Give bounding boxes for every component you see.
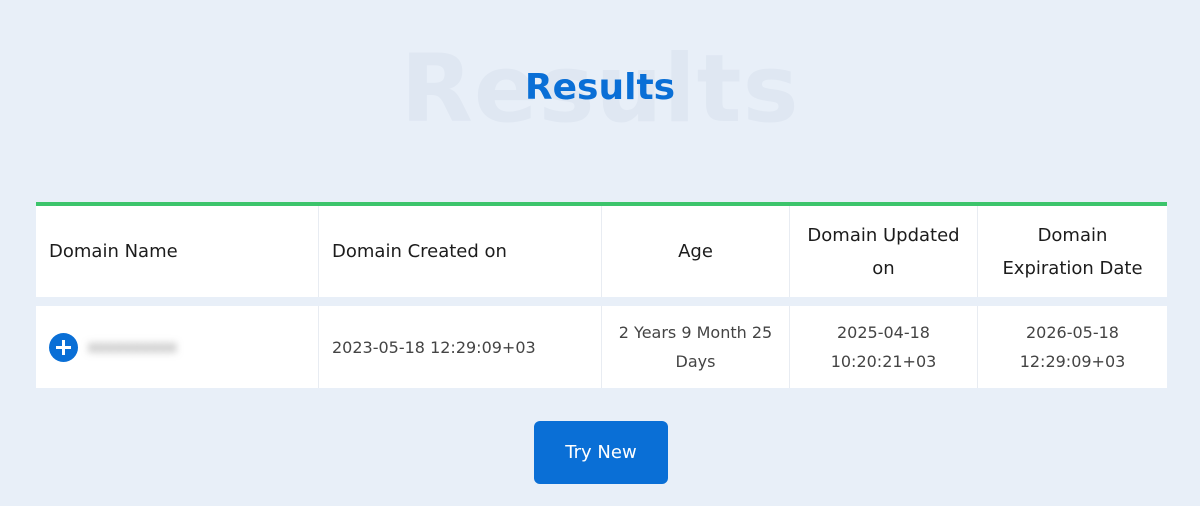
- cell-created-on: 2023-05-18 12:29:09+03: [319, 306, 602, 388]
- page-title: Results: [524, 67, 676, 108]
- table-row: xxxxxxxxxx 2023-05-18 12:29:09+03 2 Year…: [36, 306, 1167, 388]
- plus-icon[interactable]: [49, 332, 78, 362]
- cell-age: 2 Years 9 Month 25 Days: [602, 306, 790, 388]
- try-new-button[interactable]: Try New: [534, 421, 668, 484]
- column-header-expiration-date: Domain Expiration Date: [978, 206, 1167, 297]
- results-heading-block: Results Results: [0, 40, 1200, 140]
- column-header-age: Age: [602, 206, 790, 297]
- cell-expiration-date: 2026-05-18 12:29:09+03: [978, 306, 1167, 388]
- table-row-spacer: [36, 297, 1167, 306]
- column-header-created-on: Domain Created on: [319, 206, 602, 297]
- column-header-updated-on: Domain Updated on: [790, 206, 978, 297]
- table-header-row: Domain Name Domain Created on Age Domain…: [36, 206, 1167, 297]
- cell-updated-on: 2025-04-18 10:20:21+03: [790, 306, 978, 388]
- cell-domain-name: xxxxxxxxxx: [36, 306, 319, 388]
- domain-name-value: xxxxxxxxxx: [88, 337, 177, 356]
- results-table: Domain Name Domain Created on Age Domain…: [36, 206, 1167, 388]
- results-table-container: Domain Name Domain Created on Age Domain…: [36, 202, 1167, 388]
- column-header-domain-name: Domain Name: [36, 206, 319, 297]
